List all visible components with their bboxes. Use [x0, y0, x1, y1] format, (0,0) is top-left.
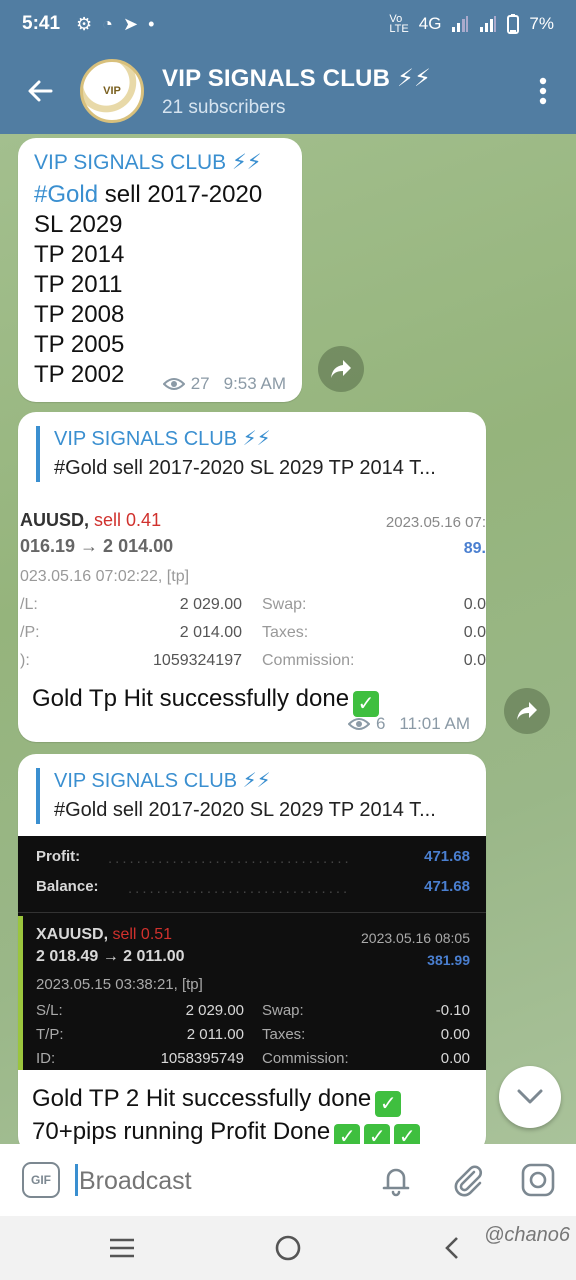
home-circle-icon: [275, 1235, 301, 1261]
trade-screenshot-image[interactable]: Profit: ................................…: [18, 836, 486, 1070]
telegram-icon: ➤: [123, 13, 139, 34]
trade-profit: 381.99: [427, 952, 470, 968]
message-time: 9:53 AM: [223, 374, 286, 393]
dot-icon: •: [148, 13, 155, 34]
trade-id: 1059324197: [153, 652, 242, 669]
trade-profit: 89.: [463, 540, 486, 557]
notification-bell-button[interactable]: [378, 1162, 414, 1198]
trade-prices: 016.19 → 2 014.00: [20, 536, 174, 556]
trade-sl: 2 029.00: [179, 596, 242, 613]
share-button[interactable]: [318, 346, 364, 392]
settings-icon: ⚙: [76, 13, 93, 34]
channel-title: VIP SIGNALS CLUB ⚡⚡: [162, 64, 432, 92]
trade-tp: 2 014.00: [179, 624, 242, 641]
back-nav-button[interactable]: [444, 1236, 460, 1265]
account-balance: 471.68: [424, 878, 470, 895]
trade-sl: 2 029.00: [185, 1002, 244, 1019]
paperclip-icon: [454, 1165, 482, 1197]
chat-header: VIP VIP SIGNALS CLUB ⚡⚡ 21 subscribers: [0, 48, 576, 134]
attach-button[interactable]: [450, 1162, 486, 1198]
account-profit: 471.68: [424, 848, 470, 865]
message-meta: 27 9:53 AM: [162, 374, 286, 394]
trade-symbol: AUUSD, sell 0.41: [20, 510, 162, 530]
watermark-text: @chano6: [484, 1224, 570, 1246]
recent-apps-button[interactable]: [108, 1238, 136, 1263]
trade-tp: 2 011.00: [186, 1026, 244, 1043]
camera-icon: [521, 1163, 555, 1197]
subscriber-count: 21 subscribers: [162, 96, 286, 118]
trade-open-time: 2023.05.15 03:38:21, [tp]: [36, 976, 203, 993]
reply-sender: VIP SIGNALS CLUB ⚡⚡: [54, 770, 271, 792]
message-bubble[interactable]: VIP SIGNALS CLUB ⚡⚡ #Gold sell 2017-2020…: [18, 412, 486, 742]
reply-sender: VIP SIGNALS CLUB ⚡⚡: [54, 428, 271, 450]
message-text: Gold Tp Hit successfully done ✓: [32, 684, 380, 717]
message-bubble[interactable]: VIP SIGNALS CLUB ⚡⚡ #Gold sell 2017-2020…: [18, 138, 302, 402]
trade-date: 2023.05.16 07:: [385, 514, 486, 531]
battery-icon: [507, 14, 520, 34]
check-mark-icon: ✓: [334, 1124, 361, 1144]
message-input-bar: GIF: [0, 1144, 576, 1216]
trade-swap: -0.10: [435, 1002, 470, 1019]
share-arrow-icon: [331, 360, 351, 378]
trade-symbol: XAUUSD, sell 0.51: [36, 926, 173, 943]
status-bar: 5:41 ⚙ ◔ ➤ • Vo LTE 4G 7%: [0, 0, 576, 48]
trade-taxes: 0.00: [440, 1026, 470, 1043]
home-button[interactable]: [274, 1234, 302, 1267]
message-bubble[interactable]: VIP SIGNALS CLUB ⚡⚡ #Gold sell 2017-2020…: [18, 754, 486, 1144]
broadcast-input[interactable]: [79, 1162, 359, 1200]
message-time: 11:01 AM: [399, 714, 470, 733]
hashtag-link[interactable]: #Gold: [34, 181, 98, 208]
view-count: 27: [190, 374, 210, 393]
check-mark-icon: ✓: [364, 1124, 391, 1144]
reply-preview[interactable]: VIP SIGNALS CLUB ⚡⚡ #Gold sell 2017-2020…: [36, 426, 436, 482]
back-button[interactable]: [0, 48, 80, 134]
volte-icon: Vo LTE: [389, 13, 409, 35]
chevron-left-icon: [445, 1237, 458, 1259]
network-label: 4G: [418, 14, 442, 33]
more-vertical-icon: [539, 77, 547, 105]
signal-icon: [452, 16, 469, 32]
reply-text: #Gold sell 2017-2020 SL 2029 TP 2014 T..…: [54, 799, 436, 821]
view-count: 6: [375, 714, 386, 733]
trade-date: 2023.05.16 08:05: [361, 930, 470, 946]
reply-preview[interactable]: VIP SIGNALS CLUB ⚡⚡ #Gold sell 2017-2020…: [36, 768, 436, 824]
message-meta: 6 11:01 AM: [347, 714, 470, 734]
eye-icon: [162, 378, 185, 390]
share-button[interactable]: [504, 688, 550, 734]
chevron-down-icon: [517, 1089, 543, 1104]
eye-icon: [347, 718, 370, 730]
chat-area[interactable]: VIP SIGNALS CLUB ⚡⚡ #Gold sell 2017-2020…: [0, 134, 576, 1144]
check-mark-icon: ✓: [394, 1124, 421, 1144]
menu-lines-icon: [110, 1238, 134, 1258]
bell-icon: [382, 1168, 410, 1197]
battery-level: 7%: [529, 14, 554, 33]
signal-icon-2: [480, 16, 497, 32]
channel-avatar[interactable]: VIP: [80, 59, 144, 123]
camera-button[interactable]: [520, 1162, 556, 1198]
trade-indicator: [18, 916, 23, 1070]
whatsapp-icon: ◔: [102, 13, 114, 34]
trade-closed-time: 023.05.16 07:02:22, [tp]: [20, 568, 190, 585]
reply-text: #Gold sell 2017-2020 SL 2029 TP 2014 T..…: [54, 457, 436, 479]
gif-button[interactable]: GIF: [22, 1162, 60, 1198]
trade-screenshot-image[interactable]: AUUSD, sell 0.41 2023.05.16 07: 016.19 →…: [18, 502, 486, 682]
message-text: #Gold sell 2017-2020 SL 2029 TP 2014 TP …: [34, 181, 263, 388]
message-text: Gold TP 2 Hit successfully done ✓ 70+pips…: [32, 1084, 421, 1144]
more-menu-button[interactable]: [510, 48, 576, 134]
trade-prices: 2 018.49 → 2 011.00: [36, 948, 185, 965]
message-sender: VIP SIGNALS CLUB ⚡⚡: [34, 151, 262, 174]
arrow-left-icon: [28, 80, 53, 102]
text-caret: [75, 1164, 78, 1196]
check-mark-icon: ✓: [375, 1091, 402, 1117]
trade-commission: 0.00: [440, 1050, 470, 1067]
channel-info[interactable]: VIP SIGNALS CLUB ⚡⚡ 21 subscribers: [162, 64, 431, 119]
status-time: 5:41: [22, 13, 61, 34]
share-arrow-icon: [517, 702, 537, 720]
scroll-down-button[interactable]: [499, 1066, 561, 1128]
trade-id: 1058395749: [160, 1050, 244, 1067]
